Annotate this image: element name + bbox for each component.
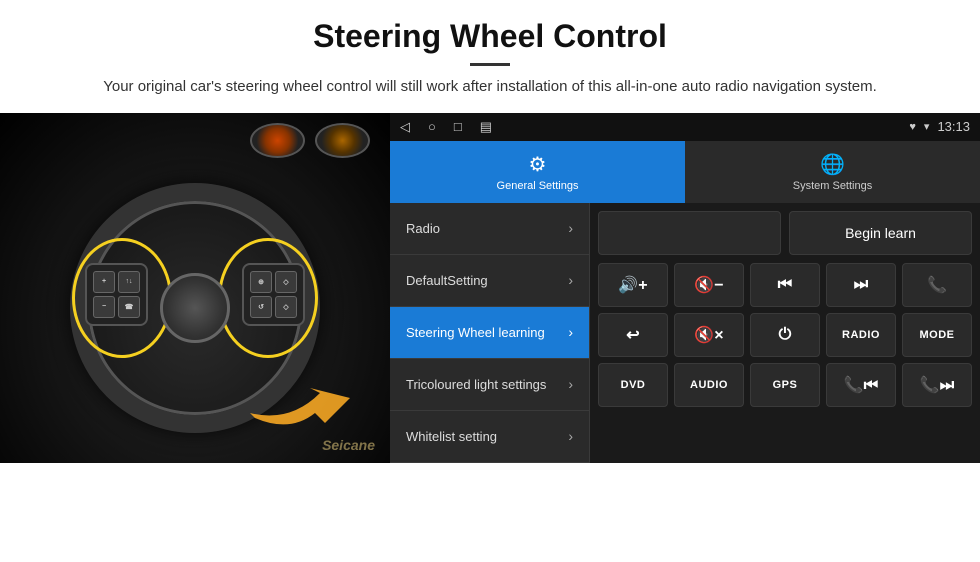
begin-learn-button[interactable]: Begin learn [789, 211, 972, 255]
phone-button[interactable]: 📞 [902, 263, 972, 307]
highlight-circle-right [218, 238, 318, 358]
prev-track-button[interactable]: ⏮ [750, 263, 820, 307]
back-icon[interactable]: ◁ [400, 119, 410, 135]
begin-learn-row: Begin learn [598, 211, 972, 255]
menu-tricolour-label: Tricoloured light settings [406, 377, 568, 392]
next-track-button[interactable]: ⏭ [826, 263, 896, 307]
mode-label: MODE [920, 329, 955, 341]
dvd-label: DVD [621, 379, 646, 391]
gps-label: GPS [773, 379, 798, 391]
radio-button[interactable]: RADIO [826, 313, 896, 357]
home-icon[interactable]: ○ [428, 119, 436, 134]
empty-input-box [598, 211, 781, 255]
nav-icons: ◁ ○ □ ▤ [400, 119, 492, 135]
menu-radio-label: Radio [406, 221, 568, 236]
vol-up-icon: 🔊+ [618, 275, 647, 295]
controls-row-2: ↩ 🔇× ⏻ RADIO MODE [598, 313, 972, 357]
subtitle: Your original car's steering wheel contr… [60, 76, 920, 99]
controls-row-3: DVD AUDIO GPS 📞⏮ 📞⏭ [598, 363, 972, 407]
phone-icon: 📞 [927, 275, 947, 295]
menu-steering-label: Steering Wheel learning [406, 325, 568, 340]
tab-general-settings[interactable]: ⚙ General Settings [390, 141, 685, 203]
tab-system-settings[interactable]: 🌐 System Settings [685, 141, 980, 203]
mute-icon: 🔇× [694, 325, 723, 345]
android-panel: ◁ ○ □ ▤ ♥ ▾ 13:13 ⚙ General Settings 🌐 S… [390, 113, 980, 463]
right-panel: Begin learn 🔊+ 🔇− ⏮ [590, 203, 980, 463]
top-section: Steering Wheel Control Your original car… [0, 0, 980, 113]
steering-background: + ↑↓ − ☎ ⊕ ◇ ↺ ◇ [0, 113, 390, 463]
hang-up-icon: ↩ [626, 325, 639, 345]
audio-label: AUDIO [690, 379, 728, 391]
location-icon: ♥ [909, 121, 916, 133]
chevron-radio: › [568, 220, 573, 236]
tab-bar: ⚙ General Settings 🌐 System Settings [390, 141, 980, 203]
tel-next-icon: 📞⏭ [920, 375, 954, 395]
tab-system-label: System Settings [793, 180, 872, 192]
controls-row-1: 🔊+ 🔇− ⏮ ⏭ 📞 [598, 263, 972, 307]
system-settings-icon: 🌐 [820, 152, 845, 177]
gps-button[interactable]: GPS [750, 363, 820, 407]
recents-icon[interactable]: □ [454, 119, 462, 134]
menu-item-radio[interactable]: Radio › [390, 203, 589, 255]
menu-item-tricolour[interactable]: Tricoloured light settings › [390, 359, 589, 411]
tel-prev-button[interactable]: 📞⏮ [826, 363, 896, 407]
gauge-right [315, 123, 370, 158]
menu-item-whitelist[interactable]: Whitelist setting › [390, 411, 589, 463]
controls-grid: 🔊+ 🔇− ⏮ ⏭ 📞 [598, 263, 972, 407]
power-button[interactable]: ⏻ [750, 313, 820, 357]
car-image-area: + ↑↓ − ☎ ⊕ ◇ ↺ ◇ [0, 113, 390, 463]
mute-button[interactable]: 🔇× [674, 313, 744, 357]
vol-down-button[interactable]: 🔇− [674, 263, 744, 307]
bottom-section: + ↑↓ − ☎ ⊕ ◇ ↺ ◇ [0, 113, 980, 463]
content-area: Radio › DefaultSetting › Steering Wheel … [390, 203, 980, 463]
power-icon: ⏻ [779, 326, 792, 344]
menu-default-label: DefaultSetting [406, 273, 568, 288]
menu-item-default[interactable]: DefaultSetting › [390, 255, 589, 307]
menu-item-steering[interactable]: Steering Wheel learning › [390, 307, 589, 359]
chevron-default: › [568, 272, 573, 288]
chevron-tricolour: › [568, 376, 573, 392]
title-divider [470, 63, 510, 66]
audio-button[interactable]: AUDIO [674, 363, 744, 407]
dvd-button[interactable]: DVD [598, 363, 668, 407]
mode-button[interactable]: MODE [902, 313, 972, 357]
hang-up-button[interactable]: ↩ [598, 313, 668, 357]
prev-icon: ⏮ [778, 276, 792, 294]
steering-wheel-hub [160, 273, 230, 343]
time-display: 13:13 [937, 119, 970, 134]
highlight-circle-left [72, 238, 172, 358]
dashboard-gauges [250, 123, 370, 158]
vol-down-icon: 🔇− [694, 275, 723, 295]
arrow-indicator [240, 353, 370, 433]
left-menu: Radio › DefaultSetting › Steering Wheel … [390, 203, 590, 463]
general-settings-icon: ⚙ [529, 152, 547, 177]
signal-icon: ▾ [924, 120, 930, 133]
chevron-steering: › [568, 324, 573, 340]
gauge-left [250, 123, 305, 158]
radio-label: RADIO [842, 329, 880, 341]
status-bar: ◁ ○ □ ▤ ♥ ▾ 13:13 [390, 113, 980, 141]
tel-prev-icon: 📞⏮ [844, 375, 878, 395]
page-title: Steering Wheel Control [60, 18, 920, 55]
menu-icon[interactable]: ▤ [480, 119, 492, 135]
chevron-whitelist: › [568, 428, 573, 444]
vol-up-button[interactable]: 🔊+ [598, 263, 668, 307]
begin-learn-label: Begin learn [845, 225, 916, 241]
tel-next-button[interactable]: 📞⏭ [902, 363, 972, 407]
next-icon: ⏭ [854, 276, 868, 294]
menu-whitelist-label: Whitelist setting [406, 429, 568, 444]
tab-general-label: General Settings [497, 180, 579, 192]
watermark: Seicane [322, 437, 375, 453]
status-right: ♥ ▾ 13:13 [909, 119, 970, 134]
